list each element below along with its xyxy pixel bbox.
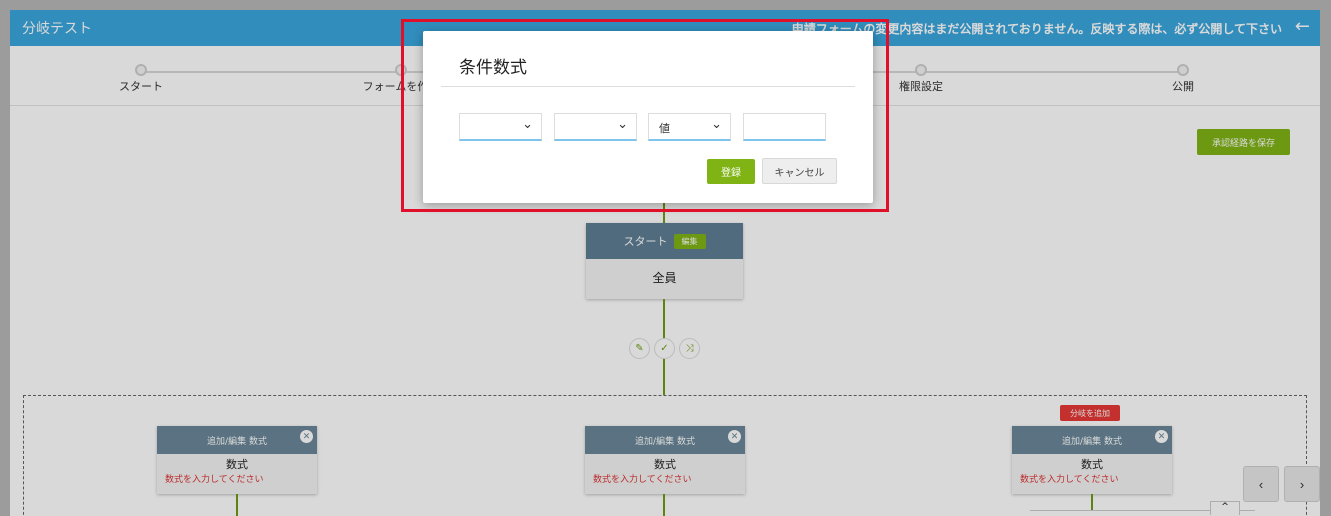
- operand-select-1[interactable]: ⌄: [459, 113, 542, 141]
- register-button[interactable]: 登録: [707, 159, 755, 184]
- divider: [441, 86, 855, 87]
- chevron-down-icon: ⌄: [711, 117, 722, 132]
- chevron-down-icon: ⌄: [522, 117, 533, 132]
- operator-select[interactable]: ⌄: [554, 113, 637, 141]
- select-value: 値: [659, 122, 670, 135]
- cancel-button[interactable]: キャンセル: [762, 158, 837, 184]
- chevron-down-icon: ⌄: [617, 117, 628, 132]
- value-type-select[interactable]: 値 ⌄: [648, 113, 731, 141]
- value-input[interactable]: [743, 113, 826, 141]
- condition-formula-dialog: 条件数式 ⌄ ⌄ 値 ⌄ 登録 キャンセル: [423, 31, 873, 203]
- dialog-title: 条件数式: [459, 58, 527, 78]
